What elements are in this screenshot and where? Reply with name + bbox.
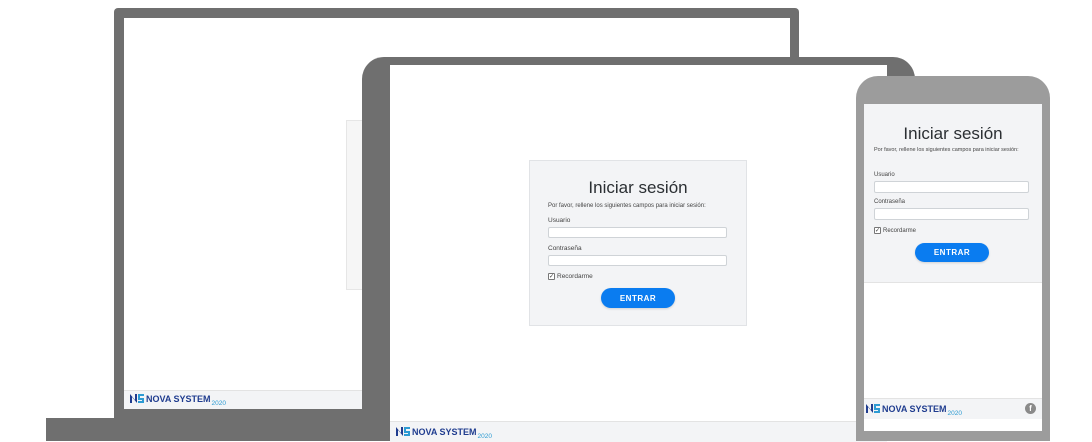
login-instructions: Por favor, rellene los siguientes campos… [874, 147, 1019, 153]
username-label: Usuario [874, 172, 895, 178]
password-label: Contraseña [548, 245, 582, 252]
username-input[interactable] [874, 181, 1029, 193]
facebook-icon[interactable]: f [1025, 403, 1036, 414]
ns-logo-icon [130, 394, 144, 403]
remember-me-label: Recordarme [557, 273, 593, 280]
login-instructions: Por favor, rellene los siguientes campos… [548, 203, 706, 209]
username-input[interactable] [548, 227, 727, 238]
login-submit-button[interactable]: ENTRAR [601, 288, 675, 308]
brand-year: 2020 [477, 433, 492, 440]
remember-me-row[interactable]: ✓ Recordarme [874, 227, 916, 234]
password-input[interactable] [548, 255, 727, 266]
ns-logo-icon [866, 404, 880, 413]
login-title: Iniciar sesión [903, 124, 1003, 143]
brand-year: 2020 [211, 400, 226, 407]
brand-year: 2020 [947, 410, 962, 417]
tablet-brand-logo: NOVA SYSTEM 2020 [396, 426, 492, 440]
remember-me-row[interactable]: ✓ Recordarme [548, 273, 593, 280]
login-submit-button[interactable]: ENTRAR [915, 243, 989, 262]
password-label: Contraseña [874, 199, 906, 205]
laptop-brand-logo: NOVA SYSTEM 2020 [130, 393, 226, 407]
brand-name: NOVA SYSTEM [882, 404, 947, 414]
checkbox-icon[interactable]: ✓ [874, 227, 881, 234]
password-input[interactable] [874, 208, 1029, 220]
remember-me-label: Recordarme [883, 227, 917, 234]
username-label: Usuario [548, 217, 571, 224]
checkbox-icon[interactable]: ✓ [548, 273, 555, 280]
phone-brand-logo: NOVA SYSTEM 2020 [866, 403, 962, 417]
brand-name: NOVA SYSTEM [146, 394, 211, 404]
ns-logo-icon [396, 427, 410, 436]
brand-name: NOVA SYSTEM [412, 427, 477, 437]
login-title: Iniciar sesión [588, 178, 688, 197]
